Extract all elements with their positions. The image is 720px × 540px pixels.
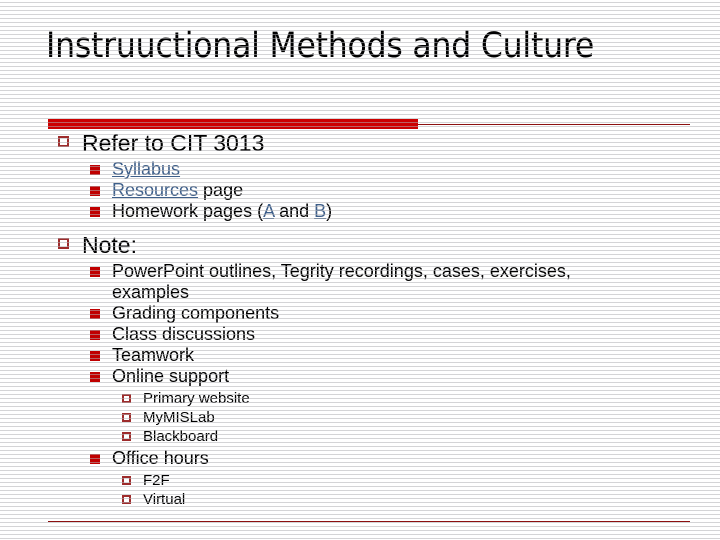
bullet-text-virtual: Virtual: [143, 491, 186, 508]
hollow-square-bullet-icon: [122, 432, 131, 441]
bullet-item-blackboard: Blackboard: [0, 427, 720, 446]
homework-mid-text: and: [274, 201, 315, 221]
homework-tail-text: ): [326, 201, 333, 221]
bullet-text-powerpoint-outlines: PowerPoint outlines, Tegrity recordings,…: [112, 261, 571, 302]
hollow-square-bullet-icon: [122, 476, 131, 485]
bullet-item-refer-to-cit-3013: Refer to CIT 3013: [0, 130, 720, 157]
filled-square-bullet-icon: [90, 165, 100, 175]
hollow-square-bullet-icon: [58, 136, 69, 147]
link-resources[interactable]: Resources: [112, 180, 198, 200]
bullet-text-online-support: Online support: [112, 366, 230, 386]
bullet-text-note: Note:: [82, 232, 137, 258]
bullet-item-primary-website: Primary website: [0, 389, 720, 408]
slide-canvas: Instruuctional Methods and Culture Refer…: [0, 0, 720, 540]
filled-square-bullet-icon: [90, 267, 100, 277]
filled-square-bullet-icon: [90, 351, 100, 361]
filled-square-bullet-icon: [90, 330, 100, 340]
bullet-text-f2f: F2F: [143, 472, 170, 489]
bullet-text-homework-pages: Homework pages (A and B): [112, 201, 604, 222]
bullet-text-primary-website: Primary website: [143, 390, 250, 407]
resources-trailing-text: page: [198, 180, 244, 200]
bullet-item-f2f: F2F: [0, 471, 720, 490]
bullet-item-resources-page: Resources page: [0, 180, 720, 201]
link-homework-a[interactable]: A: [263, 201, 274, 221]
bullet-item-virtual: Virtual: [0, 490, 720, 509]
slide-body: Refer to CIT 3013 Syllabus Resources pag…: [0, 130, 720, 509]
bullet-item-online-support: Online support: [0, 366, 720, 387]
filled-square-bullet-icon: [90, 186, 100, 196]
filled-square-bullet-icon: [90, 309, 100, 319]
bullet-item-homework-pages: Homework pages (A and B): [0, 201, 720, 222]
hollow-square-bullet-icon: [122, 413, 131, 422]
bullet-text-office-hours: Office hours: [112, 448, 209, 468]
title-divider: [48, 119, 690, 129]
bullet-item-office-hours: Office hours: [0, 448, 720, 469]
bullet-text-syllabus: Syllabus: [112, 159, 604, 180]
filled-square-bullet-icon: [90, 454, 100, 464]
bullet-text-refer-to-cit-3013: Refer to CIT 3013: [82, 130, 265, 156]
bullet-item-note: Note:: [0, 232, 720, 259]
link-syllabus[interactable]: Syllabus: [112, 159, 180, 179]
bottom-divider: [48, 521, 690, 522]
bullet-text-teamwork: Teamwork: [112, 345, 195, 365]
bullet-item-teamwork: Teamwork: [0, 345, 720, 366]
bullet-text-mymislab: MyMISLab: [143, 409, 215, 426]
bullet-item-class-discussions: Class discussions: [0, 324, 720, 345]
bullet-item-syllabus: Syllabus: [0, 159, 720, 180]
bullet-text-blackboard: Blackboard: [143, 428, 219, 445]
bullet-text-grading-components: Grading components: [112, 303, 280, 323]
title-divider-accent-bar: [48, 119, 418, 129]
slide-title: Instruuctional Methods and Culture: [46, 26, 595, 66]
filled-square-bullet-icon: [90, 372, 100, 382]
hollow-square-bullet-icon: [122, 394, 131, 403]
homework-lead-text: Homework pages (: [112, 201, 264, 221]
bullet-text-resources-page: Resources page: [112, 180, 604, 201]
bullet-item-grading-components: Grading components: [0, 303, 720, 324]
filled-square-bullet-icon: [90, 207, 100, 217]
link-homework-b[interactable]: B: [314, 201, 326, 221]
bullet-text-class-discussions: Class discussions: [112, 324, 256, 344]
hollow-square-bullet-icon: [58, 238, 69, 249]
bullet-item-mymislab: MyMISLab: [0, 408, 720, 427]
hollow-square-bullet-icon: [122, 495, 131, 504]
bullet-item-powerpoint-outlines: PowerPoint outlines, Tegrity recordings,…: [0, 261, 720, 303]
